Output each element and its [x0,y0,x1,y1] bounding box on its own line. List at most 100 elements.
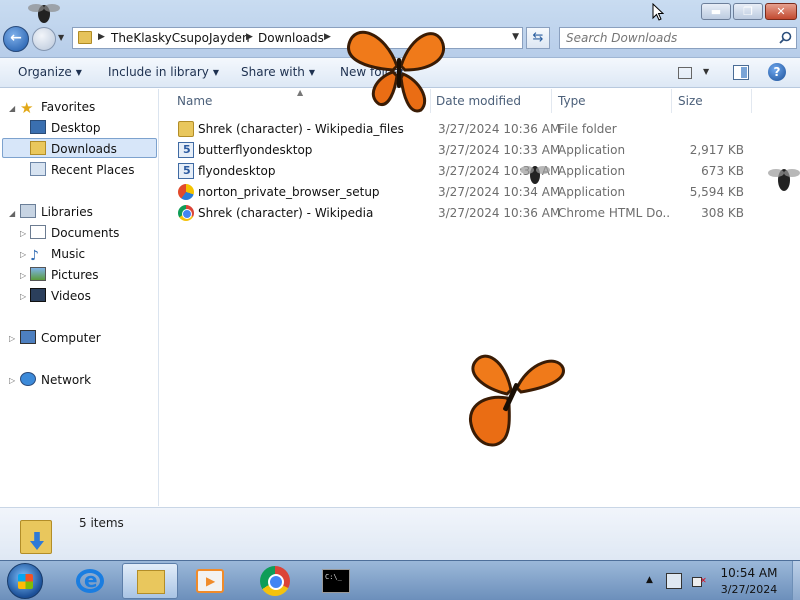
chevron-right-icon[interactable]: ▶ [324,32,331,42]
nav-music[interactable]: ♪ Music [30,244,85,264]
file-row[interactable]: Shrek (character) - Wikipedia 3/27/2024 … [176,203,756,223]
file-date: 3/27/2024 10:36 AM [438,206,561,220]
chevron-down-icon: ▼ [308,68,316,77]
include-in-library-menu[interactable]: Include in library ▼ [108,65,219,79]
collapse-icon[interactable]: ◢ [9,209,15,218]
column-divider[interactable] [751,89,752,113]
file-type: Application [558,185,626,199]
column-divider[interactable] [551,89,552,113]
column-divider[interactable] [671,89,672,113]
network-icon [20,372,36,386]
search-input[interactable] [560,28,770,48]
item-count: 5 items [79,516,124,530]
nav-documents[interactable]: Documents [30,223,119,243]
address-dropdown-icon[interactable]: ▼ [512,32,519,42]
downloads-folder-icon [20,516,54,554]
change-view-icon[interactable] [678,67,692,79]
installer-icon [178,163,194,179]
desktop-icon [30,120,46,134]
nav-desktop[interactable]: Desktop [30,118,101,138]
pictures-icon [30,267,46,281]
taskbar-chrome[interactable] [246,563,302,599]
nav-downloads[interactable]: Downloads [2,138,157,158]
taskbar: ▲ 10:54 AM 3/27/2024 [0,560,800,600]
command-prompt-icon [322,569,350,593]
nav-pictures[interactable]: Pictures [30,265,99,285]
nav-computer[interactable]: Computer [20,328,101,348]
search-icon[interactable] [779,31,792,44]
column-header-size[interactable]: Size [678,94,703,108]
file-row[interactable]: Shrek (character) - Wikipedia_files 3/27… [176,119,756,139]
expand-icon[interactable]: ▷ [20,271,26,280]
show-desktop-button[interactable] [792,561,800,600]
expand-icon[interactable]: ▷ [9,334,15,343]
videos-icon [30,288,46,302]
back-button[interactable]: ← [3,26,29,52]
preview-pane-icon[interactable] [733,65,749,80]
navigation-pane: ◢ ★ Favorites Desktop Downloads Recent Pl… [0,89,159,506]
breadcrumb-downloads[interactable]: Downloads [258,31,324,45]
libraries-icon [20,204,36,218]
volume-muted-icon[interactable] [691,573,707,589]
file-type: File folder [558,122,617,136]
column-header-type[interactable]: Type [558,94,586,108]
chevron-down-icon[interactable]: ▼ [703,67,709,76]
nav-recent-places[interactable]: Recent Places [30,160,134,180]
search-box[interactable] [559,27,797,49]
forward-button[interactable] [32,27,56,51]
help-icon[interactable]: ? [768,63,786,81]
nav-libraries[interactable]: Libraries [20,202,93,222]
taskbar-internet-explorer[interactable] [62,563,118,599]
file-name: Shrek (character) - Wikipedia [198,206,374,220]
breadcrumb-user[interactable]: TheKlaskyCsupoJayden [111,31,250,45]
file-date: 3/27/2024 10:36 AM [438,122,561,136]
mouse-cursor-icon [652,3,664,21]
back-arrow-icon: ← [10,30,22,46]
chevron-right-icon[interactable]: ▶ [98,32,105,42]
butterfly-icon [347,30,445,113]
clock-date[interactable]: 3/27/2024 [716,583,782,596]
minimize-button[interactable]: ▬ [701,3,731,20]
file-size: 308 KB [701,206,744,220]
collapse-icon[interactable]: ◢ [9,104,15,113]
nav-favorites[interactable]: ★ Favorites [20,97,95,117]
share-with-menu[interactable]: Share with ▼ [241,65,315,79]
taskbar-command-prompt[interactable] [308,563,364,599]
address-bar[interactable]: ▶ TheKlaskyCsupoJayden ▶ Downloads ▶ ▼ [72,27,523,49]
folder-icon [178,121,194,137]
close-button[interactable]: ✕ [765,3,797,20]
taskbar-windows-explorer[interactable] [122,563,178,599]
show-hidden-icons[interactable]: ▲ [646,575,653,585]
star-icon: ★ [20,99,34,117]
column-header-name[interactable]: Name [177,94,212,108]
folder-icon [137,570,165,594]
expand-icon[interactable]: ▷ [20,250,26,259]
music-icon: ♪ [30,248,39,264]
expand-icon[interactable]: ▷ [20,292,26,301]
refresh-button[interactable]: ⇆ [526,27,550,49]
chevron-right-icon[interactable]: ▶ [246,32,253,42]
file-size: 2,917 KB [689,143,744,157]
file-type: Application [558,164,626,178]
nav-network[interactable]: Network [20,370,91,390]
installer-icon [178,142,194,158]
start-button[interactable] [7,563,43,599]
file-name: flyondesktop [198,164,276,178]
expand-icon[interactable]: ▷ [9,376,15,385]
file-row[interactable]: butterflyondesktop 3/27/2024 10:33 AM Ap… [176,140,756,160]
nav-videos[interactable]: Videos [30,286,91,306]
organize-menu[interactable]: Organize ▼ [18,65,82,79]
chevron-down-icon: ▼ [212,68,220,77]
clock-time[interactable]: 10:54 AM [716,566,782,580]
taskbar-media-player[interactable] [182,563,238,599]
folder-icon [78,31,92,44]
file-row[interactable]: flyondesktop 3/27/2024 10:34 AM Applicat… [176,161,756,181]
recent-pages-dropdown[interactable]: ▼ [58,33,64,42]
file-row[interactable]: norton_private_browser_setup 3/27/2024 1… [176,182,756,202]
chrome-icon [178,205,194,221]
maximize-button[interactable]: ❐ [733,3,763,20]
file-name: butterflyondesktop [198,143,313,157]
expand-icon[interactable]: ▷ [20,229,26,238]
media-player-icon [196,569,224,593]
network-tray-icon[interactable] [666,573,682,589]
